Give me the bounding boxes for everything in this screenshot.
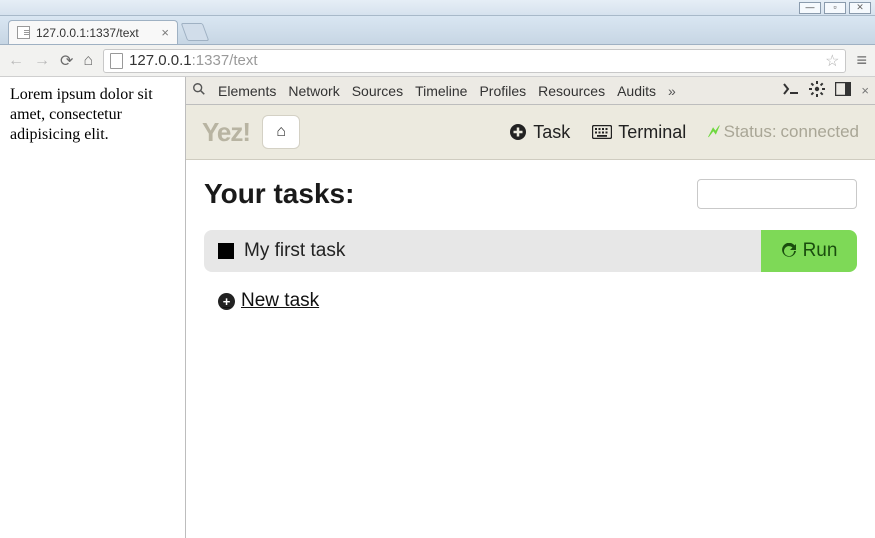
devtools-overflow-icon[interactable]: » bbox=[668, 83, 676, 99]
window-titlebar: — ▫ ✕ bbox=[0, 0, 875, 16]
yez-status: 🗲 Status: connected bbox=[708, 122, 859, 142]
page-icon bbox=[110, 53, 123, 69]
task-name: My first task bbox=[244, 240, 345, 262]
tab-close-icon[interactable]: × bbox=[161, 25, 169, 40]
new-tab-button[interactable] bbox=[181, 23, 210, 41]
devtools-tab-timeline[interactable]: Timeline bbox=[415, 83, 467, 99]
run-button[interactable]: Run bbox=[761, 230, 857, 272]
page-favicon-icon bbox=[17, 26, 30, 39]
devtools-tab-profiles[interactable]: Profiles bbox=[479, 83, 526, 99]
yez-nav-task-label: Task bbox=[533, 122, 570, 143]
devtools-tab-network[interactable]: Network bbox=[288, 83, 339, 99]
plus-circle-icon: + bbox=[218, 293, 235, 310]
devtools-settings-icon[interactable] bbox=[809, 81, 825, 101]
yez-home-button[interactable]: ⌂ bbox=[262, 115, 300, 149]
yez-logo: Yez! bbox=[202, 117, 250, 148]
browser-toolbar: ← → ⟳ ⌂ 127.0.0.1:1337/text ☆ ≡ bbox=[0, 45, 875, 77]
plus-circle-icon bbox=[509, 123, 527, 141]
back-icon[interactable]: ← bbox=[8, 52, 24, 70]
tab-title: 127.0.0.1:1337/text bbox=[36, 26, 139, 40]
reload-icon[interactable]: ⟳ bbox=[60, 51, 73, 71]
url-path: :1337/text bbox=[192, 52, 258, 69]
new-task-link[interactable]: + New task bbox=[218, 290, 319, 312]
devtools-search-icon[interactable] bbox=[192, 82, 206, 99]
browser-tab[interactable]: 127.0.0.1:1337/text × bbox=[8, 20, 178, 44]
url-text: 127.0.0.1:1337/text bbox=[129, 52, 257, 69]
home-icon: ⌂ bbox=[276, 123, 286, 141]
browser-tab-strip: 127.0.0.1:1337/text × bbox=[0, 16, 875, 45]
address-bar[interactable]: 127.0.0.1:1337/text ☆ bbox=[103, 49, 846, 73]
yez-nav-terminal-label: Terminal bbox=[618, 122, 686, 143]
stop-square-icon bbox=[218, 243, 234, 259]
keyboard-icon bbox=[592, 125, 612, 139]
devtools-close-icon[interactable]: × bbox=[861, 83, 869, 98]
devtools-tab-sources[interactable]: Sources bbox=[352, 83, 403, 99]
task-row: My first task Run bbox=[204, 230, 857, 272]
run-button-label: Run bbox=[803, 240, 838, 262]
tasks-heading: Your tasks: bbox=[204, 178, 354, 210]
devtools-tab-bar: Elements Network Sources Timeline Profil… bbox=[186, 77, 875, 105]
new-task-label: New task bbox=[241, 290, 319, 312]
yez-body: Your tasks: My first task Run + New task bbox=[186, 160, 875, 538]
bolt-icon: 🗲 bbox=[708, 122, 719, 142]
chrome-menu-icon[interactable]: ≡ bbox=[856, 50, 867, 71]
devtools-tab-elements[interactable]: Elements bbox=[218, 83, 276, 99]
url-host: 127.0.0.1 bbox=[129, 52, 192, 69]
refresh-icon bbox=[781, 243, 797, 259]
page-body-text: Lorem ipsum dolor sit amet, consectetur … bbox=[10, 86, 153, 143]
yez-nav-task[interactable]: Task bbox=[509, 122, 570, 143]
window-close-button[interactable]: ✕ bbox=[849, 2, 871, 14]
yez-status-value: connected bbox=[781, 122, 859, 142]
devtools-tab-audits[interactable]: Audits bbox=[617, 83, 656, 99]
tasks-filter-input[interactable] bbox=[697, 179, 857, 209]
bookmark-star-icon[interactable]: ☆ bbox=[825, 51, 839, 71]
task-item[interactable]: My first task bbox=[204, 230, 761, 272]
window-maximize-button[interactable]: ▫ bbox=[824, 2, 846, 14]
devtools-tab-resources[interactable]: Resources bbox=[538, 83, 605, 99]
yez-header: Yez! ⌂ Task Terminal 🗲 Status: connected bbox=[186, 105, 875, 160]
devtools-dock-icon[interactable] bbox=[835, 82, 851, 100]
yez-status-prefix: Status: bbox=[724, 122, 777, 142]
home-icon[interactable]: ⌂ bbox=[83, 52, 93, 70]
devtools-console-icon[interactable] bbox=[783, 82, 799, 99]
yez-nav-terminal[interactable]: Terminal bbox=[592, 122, 686, 143]
forward-icon[interactable]: → bbox=[34, 52, 50, 70]
window-minimize-button[interactable]: — bbox=[799, 2, 821, 14]
page-viewport: Lorem ipsum dolor sit amet, consectetur … bbox=[0, 77, 185, 538]
devtools-panel: Elements Network Sources Timeline Profil… bbox=[185, 77, 875, 538]
